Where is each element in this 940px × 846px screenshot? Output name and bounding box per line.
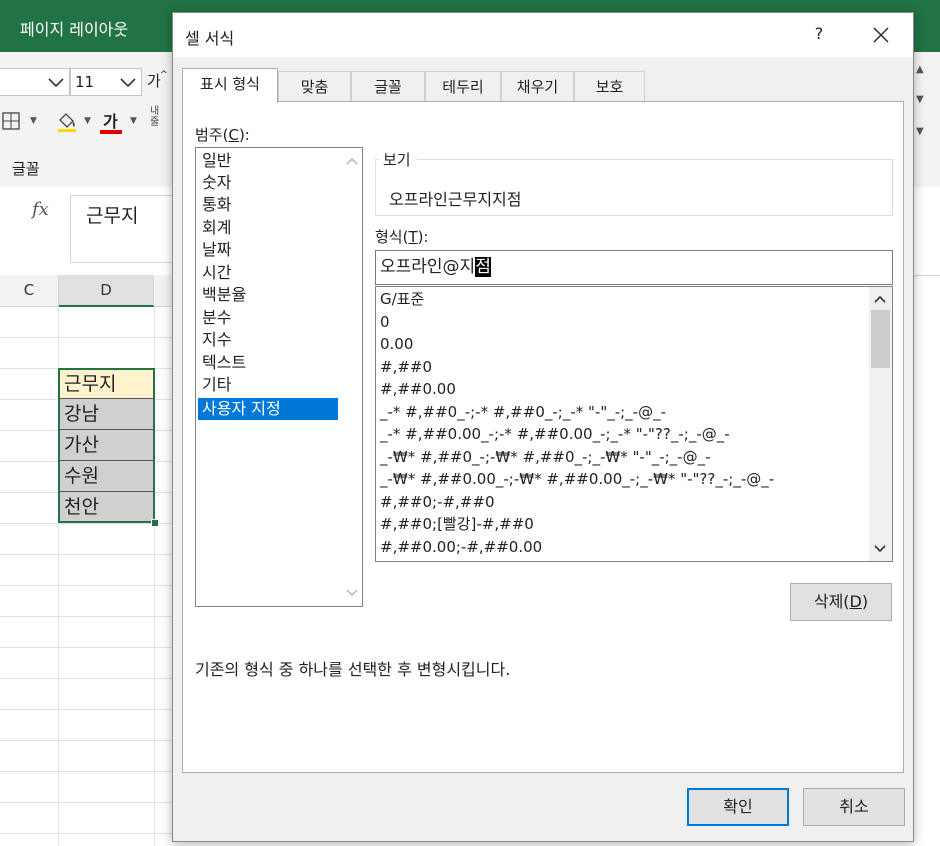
format-cells-dialog: 셀 서식 ? 표시 형식 맞춤 글꼴 테두리 채우기 보호 범주(C): 일반 … [172, 12, 914, 842]
format-code-input[interactable]: 오프라인@지점 [375, 250, 893, 285]
column-header-c[interactable]: C [0, 275, 59, 307]
category-item[interactable]: 시간 [198, 262, 338, 284]
grid-line [0, 709, 180, 710]
grow-font-caret: ^ [160, 70, 168, 80]
chevron-down-icon[interactable] [119, 73, 137, 91]
grid-line [0, 678, 180, 679]
category-list[interactable]: 일반 숫자 통화 회계 날짜 시간 백분율 분수 지수 텍스트 기타 사용자 지… [195, 147, 363, 607]
formula-value: 근무지 [86, 205, 139, 227]
scroll-thumb[interactable] [871, 310, 890, 368]
tab-protection[interactable]: 보호 [574, 71, 645, 102]
fill-color-icon[interactable] [56, 110, 78, 132]
format-code-item[interactable]: _-₩* #,##0_-;-₩* #,##0_-;_-₩* "-"_-;_-@_… [380, 446, 711, 468]
tab-border[interactable]: 테두리 [425, 71, 501, 102]
format-code-selection: 점 [475, 257, 491, 277]
grid-line [0, 802, 180, 803]
category-scrollbar[interactable] [342, 148, 362, 606]
scroll-down-icon[interactable] [343, 584, 361, 602]
grid-line [0, 771, 180, 772]
grid-line [0, 585, 180, 586]
category-item[interactable]: 날짜 [198, 239, 338, 261]
scroll-up-icon[interactable] [871, 290, 889, 308]
help-button[interactable]: ? [805, 19, 833, 49]
font-color-dropdown-icon[interactable]: ▼ [130, 116, 137, 126]
tab-font[interactable]: 글꼴 [351, 71, 425, 102]
category-item[interactable]: 일반 [198, 150, 338, 172]
category-item[interactable]: 회계 [198, 217, 338, 239]
tab-fill[interactable]: 채우기 [501, 71, 574, 102]
format-code-item[interactable]: #,##0.00;-#,##0.00 [380, 536, 542, 558]
dialog-title: 셀 서식 [185, 29, 235, 48]
format-code-item[interactable]: _-* #,##0.00_-;-* #,##0.00_-;_-* "-"??_-… [380, 423, 730, 445]
wrap-text-truncated-label: 내 줄 [150, 106, 160, 128]
format-code-item[interactable]: _-* #,##0_-;-* #,##0_-;_-* "-"_-;_-@_- [380, 401, 666, 423]
column-header-d[interactable]: D [59, 275, 154, 307]
preview-label: 보기 [379, 149, 417, 170]
format-code-item[interactable]: #,##0;-#,##0 [380, 491, 495, 513]
category-label: 범주(C): [195, 126, 250, 144]
delete-button[interactable]: 삭제(D) [790, 583, 892, 621]
borders-icon[interactable] [2, 112, 20, 130]
category-item[interactable]: 텍스트 [198, 352, 338, 374]
format-code-text: 오프라인@지 [380, 257, 476, 277]
format-code-item[interactable]: #,##0 [380, 356, 432, 378]
increase-font-size-button[interactable]: 가 [147, 70, 161, 91]
borders-dropdown-icon[interactable]: ▼ [30, 116, 37, 126]
tab-number[interactable]: 표시 형식 [182, 68, 278, 103]
format-code-item[interactable]: _-₩* #,##0.00_-;-₩* #,##0.00_-;_-₩* "-"?… [380, 468, 774, 490]
format-code-item[interactable]: G/표준 [380, 288, 424, 310]
dialog-title-bar[interactable]: 셀 서식 ? [173, 13, 913, 57]
format-list-scrollbar[interactable] [869, 287, 892, 561]
format-code-item[interactable]: 0 [380, 311, 390, 333]
scroll-up-icon[interactable] [343, 152, 361, 170]
format-label: 형식(T): [375, 228, 429, 246]
cancel-button[interactable]: 취소 [803, 788, 905, 826]
font-name-combo[interactable] [0, 68, 70, 96]
format-code-item[interactable]: #,##0;[빨강]-#,##0 [380, 513, 534, 535]
cell-d[interactable]: 수원 [59, 461, 154, 492]
category-item[interactable]: 백분율 [198, 284, 338, 306]
grid-line [0, 833, 180, 834]
category-item-selected[interactable]: 사용자 지정 [198, 398, 338, 420]
font-color-bar [100, 130, 122, 134]
cell-d-active[interactable]: 근무지 [59, 368, 154, 399]
number-tab-panel: 범주(C): 일반 숫자 통화 회계 날짜 시간 백분율 분수 지수 텍스트 기… [182, 101, 904, 773]
font-size-value: 11 [75, 73, 95, 91]
fill-handle[interactable] [151, 519, 159, 527]
ribbon-group-font-label: 글꼴 [12, 160, 40, 178]
font-size-combo[interactable]: 11 [70, 68, 142, 96]
preview-value: 오프라인근무지지점 [389, 190, 522, 209]
format-code-list[interactable]: G/표준 0 0.00 #,##0 #,##0.00 _-* #,##0_-;-… [375, 286, 893, 562]
grid-line [0, 740, 180, 741]
font-color-icon[interactable]: 가 [103, 108, 118, 132]
grid-line [0, 647, 180, 648]
grid-line [0, 554, 180, 555]
category-item[interactable]: 숫자 [198, 172, 338, 194]
ok-button[interactable]: 확인 [687, 788, 789, 826]
ribbon-scroll-icon: ▲ [916, 64, 924, 75]
category-item[interactable]: 지수 [198, 329, 338, 351]
grid-line [0, 616, 180, 617]
category-item[interactable]: 통화 [198, 194, 338, 216]
format-code-item[interactable]: #,##0.00 [380, 378, 456, 400]
cell-d[interactable]: 천안 [59, 492, 154, 523]
tab-alignment[interactable]: 맞춤 [278, 71, 351, 102]
category-item[interactable]: 기타 [198, 374, 338, 396]
chevron-down-icon[interactable] [47, 73, 65, 91]
category-item[interactable]: 분수 [198, 307, 338, 329]
fill-dropdown-icon[interactable]: ▼ [84, 116, 91, 126]
ribbon-scroll-icon: ▼ [916, 94, 924, 105]
format-code-item[interactable]: 0.00 [380, 333, 413, 355]
ribbon-expand-icon[interactable]: ▼ [916, 126, 924, 137]
close-icon[interactable] [866, 21, 896, 49]
scroll-down-icon[interactable] [871, 540, 889, 558]
grid-line [0, 337, 180, 338]
ribbon-tab-page-layout[interactable]: 페이지 레이아웃 [20, 16, 128, 40]
grid-line [154, 307, 155, 846]
cell-d[interactable]: 강남 [59, 399, 154, 430]
fx-icon[interactable]: fx [32, 199, 49, 220]
cell-d[interactable]: 가산 [59, 430, 154, 461]
description-text: 기존의 형식 중 하나를 선택한 후 변형시킵니다. [195, 660, 511, 679]
